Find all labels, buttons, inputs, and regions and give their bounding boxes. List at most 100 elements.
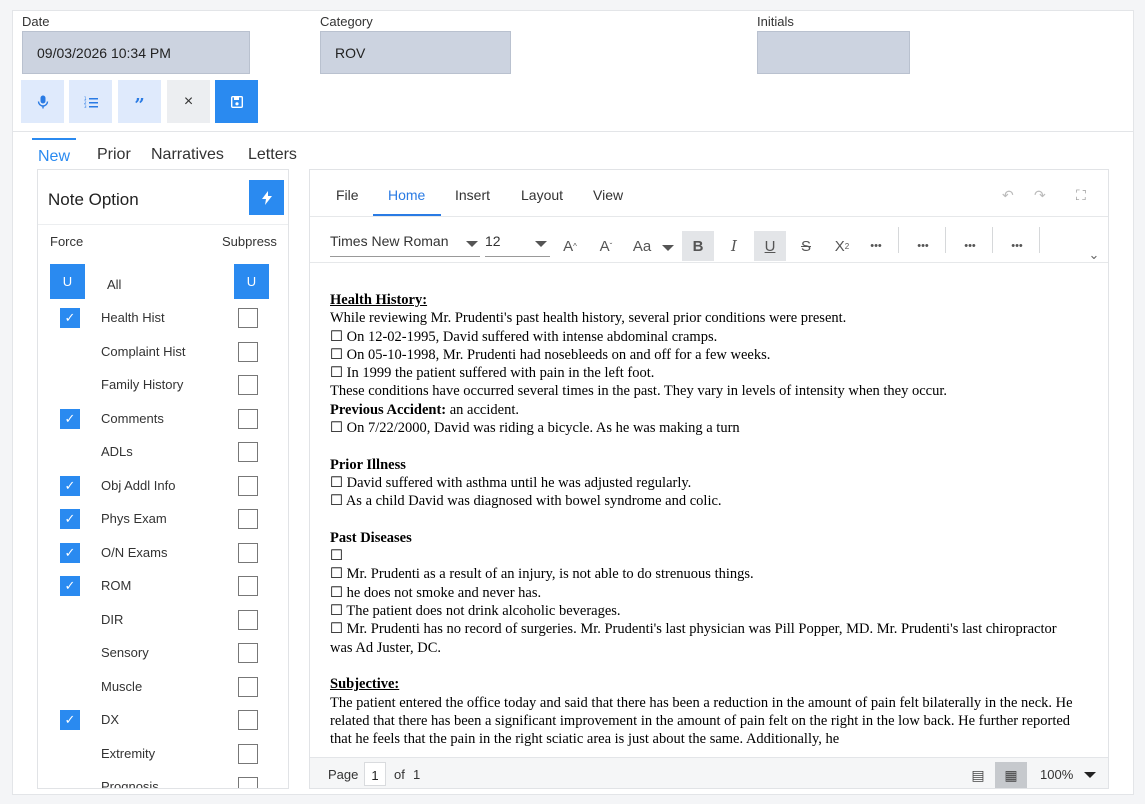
note-option-label: Sensory [101, 645, 149, 660]
force-checkbox[interactable]: ✓ [60, 710, 80, 730]
force-checkbox[interactable] [60, 777, 80, 788]
menu-view[interactable]: View [593, 187, 623, 203]
subpress-checkbox[interactable] [238, 609, 258, 630]
force-checkbox[interactable]: ✓ [60, 408, 80, 429]
web-layout-view-icon[interactable]: ▤ [962, 762, 994, 788]
bullet-item: ☐ Mr. Prudenti as a result of an injury,… [330, 566, 754, 583]
force-checkbox[interactable]: ✓ [60, 576, 80, 596]
tab-letters[interactable]: Letters [242, 138, 303, 169]
subpress-checkbox[interactable] [238, 777, 258, 788]
subpress-checkbox[interactable] [238, 576, 258, 596]
menu-layout[interactable]: Layout [521, 187, 563, 203]
force-checkbox[interactable]: ✓ [60, 509, 80, 529]
expand-ribbon-chevron-icon[interactable]: ⌄ [1084, 240, 1104, 270]
apply-note-option-button[interactable] [249, 180, 284, 215]
subpress-checkbox[interactable] [238, 408, 258, 429]
italic-icon[interactable]: I [718, 231, 750, 261]
divider [992, 227, 993, 253]
force-checkbox[interactable] [60, 375, 80, 395]
bold-icon[interactable]: B [682, 231, 714, 261]
divider [310, 216, 1108, 217]
chevron-down-icon [466, 241, 478, 247]
divider [1039, 227, 1040, 253]
strikethrough-icon[interactable]: S [790, 231, 822, 261]
bullet-item: ☐ In 1999 the patient suffered with pain… [330, 365, 655, 382]
save-icon [230, 95, 243, 108]
shrink-font-icon[interactable]: Aˇ [590, 231, 622, 261]
menu-home[interactable]: Home [388, 187, 425, 203]
divider [945, 227, 946, 253]
subpress-checkbox[interactable] [238, 442, 258, 462]
note-option-row: ✓ Phys Exam [38, 509, 288, 529]
force-checkbox[interactable] [60, 744, 80, 764]
force-checkbox[interactable] [60, 610, 80, 630]
subpress-checkbox[interactable] [238, 375, 258, 395]
force-checkbox[interactable]: ✓ [60, 542, 80, 563]
force-checkbox[interactable]: ✓ [60, 475, 80, 496]
force-checkbox[interactable]: ✓ [60, 308, 80, 328]
note-option-row: ✓ Obj Addl Info [38, 475, 288, 496]
subpress-checkbox[interactable] [238, 475, 258, 496]
menu-file[interactable]: File [336, 187, 359, 203]
subpress-column-header: Subpress [222, 234, 277, 249]
main-panel: New Prior Narratives Letters Note Option… [12, 131, 1134, 795]
document-content[interactable]: Health History: While reviewing Mr. Prud… [330, 291, 1080, 748]
more-styles-options-icon[interactable]: ••• [954, 231, 986, 261]
save-button[interactable] [215, 80, 258, 123]
superscript-icon[interactable]: X2 [826, 231, 858, 261]
force-checkbox[interactable] [60, 643, 80, 663]
subpress-checkbox[interactable] [238, 743, 258, 764]
subpress-checkbox[interactable] [238, 308, 258, 328]
force-all-button[interactable]: U [50, 264, 85, 299]
subpress-all-button[interactable]: U [234, 264, 269, 299]
tab-prior[interactable]: Prior [91, 138, 137, 169]
underline-icon[interactable]: U [754, 231, 786, 261]
font-family-dropdown[interactable]: Times New Roman [330, 230, 480, 257]
more-editing-options-icon[interactable]: ••• [1001, 231, 1033, 261]
close-icon: × [183, 92, 194, 110]
quote-button[interactable]: ” [118, 80, 161, 123]
redo-icon[interactable]: ↷ [1034, 187, 1046, 204]
chevron-down-icon[interactable] [1084, 772, 1096, 778]
note-option-label: Obj Addl Info [101, 477, 176, 493]
paragraph: The patient entered the office today and… [330, 694, 1077, 748]
dictate-button[interactable] [21, 80, 64, 123]
grow-font-icon[interactable]: A ^ [554, 231, 586, 261]
more-paragraph-options-icon[interactable]: ••• [907, 231, 939, 261]
note-option-label: ROM [101, 578, 132, 593]
subpress-checkbox[interactable] [238, 710, 258, 730]
more-font-options-icon[interactable]: ••• [860, 231, 892, 261]
numbered-list-button[interactable]: 123 [69, 80, 112, 123]
force-checkbox[interactable] [60, 342, 80, 362]
force-column-header: Force [50, 234, 84, 249]
note-option-label: Prognosis [101, 779, 159, 789]
category-field[interactable]: ROV [320, 31, 511, 74]
print-layout-view-icon[interactable]: ▦ [995, 762, 1027, 788]
subpress-checkbox[interactable] [238, 341, 258, 362]
close-button[interactable]: × [167, 80, 210, 123]
change-case-icon[interactable]: Aa [626, 231, 658, 261]
quote-icon: ” [134, 94, 145, 116]
bullet-item: ☐ he does not smoke and never has. [330, 584, 542, 601]
date-field[interactable]: 09/03/2026 10:34 PM [22, 31, 250, 74]
tab-new[interactable]: New [32, 138, 77, 171]
svg-text:3: 3 [84, 104, 87, 108]
fullscreen-icon[interactable]: ⛶ [1076, 187, 1086, 204]
note-option-label: DIR [101, 611, 124, 627]
zoom-level[interactable]: 100% [1040, 767, 1073, 782]
divider [38, 224, 288, 225]
subpress-checkbox[interactable] [238, 676, 258, 697]
bullet-item: ☐ David suffered with asthma until he wa… [330, 474, 692, 491]
initials-field[interactable] [757, 31, 910, 74]
force-checkbox[interactable] [60, 677, 80, 697]
page-number-input[interactable]: 1 [364, 762, 386, 786]
section-heading: Health History: [330, 292, 428, 308]
menu-insert[interactable]: Insert [455, 187, 490, 203]
undo-icon[interactable]: ↶ [1002, 187, 1014, 204]
subpress-checkbox[interactable] [238, 509, 258, 529]
force-checkbox[interactable] [60, 442, 80, 462]
subpress-checkbox[interactable] [238, 542, 258, 563]
of-label: of [394, 767, 405, 782]
tab-narratives[interactable]: Narratives [145, 138, 230, 169]
subpress-checkbox[interactable] [238, 643, 258, 663]
